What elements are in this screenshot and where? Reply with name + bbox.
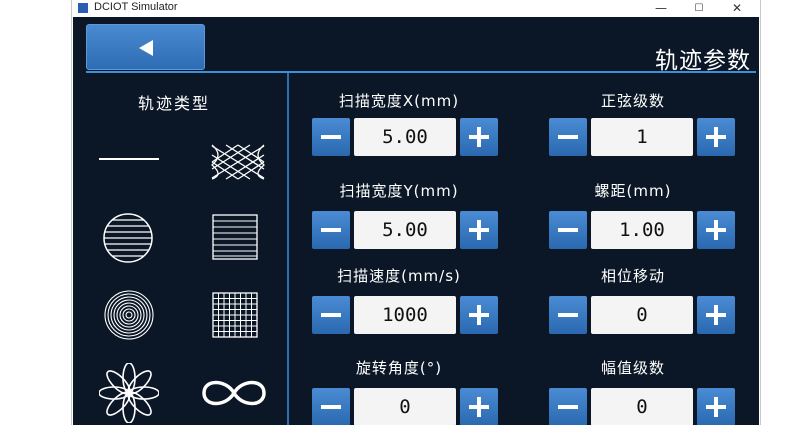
amplitude-level-decrease-button[interactable] [549, 388, 587, 425]
pitch-increase-button[interactable] [697, 211, 735, 249]
minus-icon [321, 313, 341, 317]
scan-width-x-increase-button[interactable] [460, 118, 498, 156]
scan-speed-field[interactable]: 1000 [354, 296, 456, 334]
minus-icon [558, 405, 578, 409]
line-trajectory-icon[interactable] [98, 153, 160, 165]
page-title: 轨迹参数 [655, 48, 751, 74]
scan-width-y-stepper: 5.00 [312, 211, 498, 249]
phase-shift-field[interactable]: 0 [591, 296, 693, 334]
plus-icon-vertical [477, 220, 481, 240]
minus-icon [558, 135, 578, 139]
window-title: DCIOT Simulator [94, 1, 178, 13]
scan-width-x-stepper: 5.00 [312, 118, 498, 156]
panel-divider [287, 73, 289, 425]
scan-width-x-field[interactable]: 5.00 [354, 118, 456, 156]
phase-shift-stepper: 0 [549, 296, 735, 334]
rotation-angle-increase-button[interactable] [460, 388, 498, 425]
scan-speed-label: 扫描速度(mm/s) [337, 267, 461, 285]
main-content: 轨迹参数 轨迹类型 扫描宽度X(mm) 5.00 扫描宽度Y(mm) 5.00 … [73, 17, 759, 425]
sine-level-label: 正弦级数 [600, 92, 665, 110]
sine-level-increase-button[interactable] [697, 118, 735, 156]
plus-icon-vertical [714, 305, 718, 325]
minus-icon [321, 405, 341, 409]
spiral-trajectory-icon[interactable] [103, 289, 155, 341]
minus-icon [558, 228, 578, 232]
pitch-stepper: 1.00 [549, 211, 735, 249]
sine-level-decrease-button[interactable] [549, 118, 587, 156]
amplitude-level-stepper: 0 [549, 388, 735, 425]
app-icon [78, 3, 88, 13]
rotation-angle-label: 旋转角度(°) [355, 359, 443, 377]
back-button[interactable] [86, 24, 205, 70]
phase-shift-label: 相位移动 [600, 267, 665, 285]
title-bar: DCIOT Simulator — ☐ ✕ [72, 0, 760, 17]
app-window: DCIOT Simulator — ☐ ✕ 轨迹参数 轨迹类型 扫描宽度X(mm… [71, 0, 761, 425]
minus-icon [321, 228, 341, 232]
square-lines-trajectory-icon[interactable] [212, 214, 258, 260]
scan-width-x-decrease-button[interactable] [312, 118, 350, 156]
flower-trajectory-icon[interactable] [99, 363, 159, 423]
plus-icon-vertical [477, 305, 481, 325]
plus-icon-vertical [714, 220, 718, 240]
circle-lines-trajectory-icon[interactable] [102, 212, 154, 264]
rotation-angle-field[interactable]: 0 [354, 388, 456, 425]
scan-width-y-decrease-button[interactable] [312, 211, 350, 249]
phase-shift-increase-button[interactable] [697, 296, 735, 334]
scan-width-x-label: 扫描宽度X(mm) [338, 92, 460, 110]
plus-icon-vertical [714, 397, 718, 417]
pitch-label: 螺距(mm) [594, 182, 672, 200]
rotation-angle-stepper: 0 [312, 388, 498, 425]
scan-speed-increase-button[interactable] [460, 296, 498, 334]
scan-speed-stepper: 1000 [312, 296, 498, 334]
pitch-field[interactable]: 1.00 [591, 211, 693, 249]
amplitude-level-label: 幅值级数 [600, 359, 665, 377]
scan-width-y-increase-button[interactable] [460, 211, 498, 249]
rotation-angle-decrease-button[interactable] [312, 388, 350, 425]
phase-shift-decrease-button[interactable] [549, 296, 587, 334]
plus-icon-vertical [714, 127, 718, 147]
amplitude-level-increase-button[interactable] [697, 388, 735, 425]
crosshatch-trajectory-icon[interactable] [210, 143, 266, 181]
plus-icon-vertical [477, 127, 481, 147]
minus-icon [558, 313, 578, 317]
scan-width-y-field[interactable]: 5.00 [354, 211, 456, 249]
pitch-decrease-button[interactable] [549, 211, 587, 249]
minimize-button[interactable]: — [642, 0, 680, 17]
grid-trajectory-icon[interactable] [212, 292, 258, 338]
sine-level-field[interactable]: 1 [591, 118, 693, 156]
scan-width-y-label: 扫描宽度Y(mm) [339, 182, 459, 200]
plus-icon-vertical [477, 397, 481, 417]
minus-icon [321, 135, 341, 139]
close-button[interactable]: ✕ [718, 0, 756, 17]
header-divider [86, 71, 756, 73]
left-arrow-icon [139, 40, 153, 56]
maximize-button[interactable]: ☐ [680, 0, 718, 17]
sine-level-stepper: 1 [549, 118, 735, 156]
scan-speed-decrease-button[interactable] [312, 296, 350, 334]
infinity-trajectory-icon[interactable] [200, 375, 268, 411]
trajectory-type-title: 轨迹类型 [137, 94, 210, 113]
amplitude-level-field[interactable]: 0 [591, 388, 693, 425]
